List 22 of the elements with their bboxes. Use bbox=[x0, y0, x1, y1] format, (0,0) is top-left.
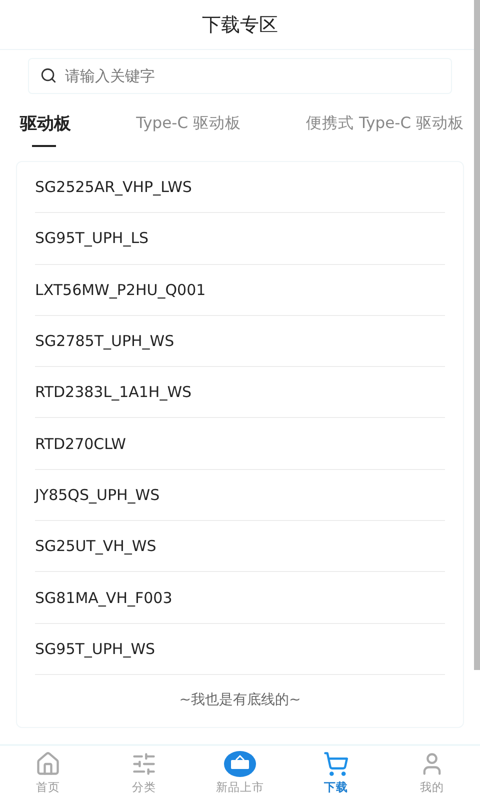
category-tab[interactable]: 驱动板 bbox=[18, 108, 73, 147]
page-title: 下载专区 bbox=[202, 12, 278, 38]
category-tab[interactable]: Type-C 驱动板 bbox=[134, 108, 244, 147]
file-item[interactable]: SG81MA_VH_F003 bbox=[35, 572, 445, 624]
sliders-icon bbox=[131, 751, 157, 777]
home-icon bbox=[35, 751, 61, 777]
file-item[interactable]: RTD2383L_1A1H_WS bbox=[35, 367, 445, 418]
file-item[interactable]: LXT56MW_P2HU_Q001 bbox=[35, 264, 445, 316]
file-item[interactable]: SG2785T_UPH_WS bbox=[35, 316, 445, 368]
file-item[interactable]: SG95T_UPH_LS bbox=[35, 213, 445, 265]
category-tab[interactable]: 便携式 Type-C 驱动板 bbox=[304, 108, 466, 147]
cart-icon bbox=[323, 751, 349, 777]
file-item[interactable]: SG2525AR_VHP_LWS bbox=[35, 162, 445, 214]
file-item[interactable]: RTD270CLW bbox=[35, 418, 445, 470]
file-item[interactable]: SG95T_UPH_WS bbox=[35, 624, 445, 675]
end-note: ~我也是有底线的~ bbox=[178, 690, 302, 710]
search-field[interactable]: 请输入关键字 bbox=[28, 58, 452, 94]
search-icon bbox=[40, 67, 57, 84]
file-item[interactable]: SG25UT_VH_WS bbox=[35, 521, 445, 572]
file-item[interactable]: JY85QS_UPH_WS bbox=[35, 470, 445, 522]
badge-icon bbox=[224, 751, 256, 777]
nav-item[interactable]: 下载 bbox=[288, 746, 384, 800]
